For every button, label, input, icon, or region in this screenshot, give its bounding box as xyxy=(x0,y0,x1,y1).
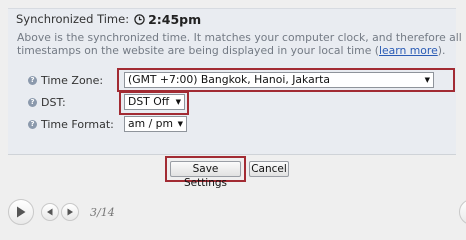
slide-counter: 3/14 xyxy=(90,206,115,219)
synchronized-time-row: Synchronized Time: 2:45pm xyxy=(16,11,201,27)
dropdown-arrow-icon: ▼ xyxy=(175,98,181,106)
timezone-label: ? Time Zone: xyxy=(28,73,103,87)
help-icon[interactable]: ? xyxy=(28,119,37,129)
timezone-select[interactable]: (GMT +7:00) Bangkok, Hanoi, Jakarta ▼ xyxy=(124,72,434,88)
time-format-select[interactable]: am / pm ▼ xyxy=(124,116,187,132)
dst-select-value: DST Off xyxy=(128,95,170,108)
previous-icon xyxy=(47,208,53,216)
sync-note-line2-end: ). xyxy=(437,43,446,57)
clock-icon xyxy=(134,13,145,25)
dst-select[interactable]: DST Off ▼ xyxy=(124,94,185,110)
panel-divider xyxy=(8,154,456,155)
sync-note: Above is the synchronized time. It match… xyxy=(17,31,462,58)
synchronized-time-label: Synchronized Time: xyxy=(16,12,130,26)
save-settings-button[interactable]: Save Settings xyxy=(170,161,241,189)
sync-note-line2-text: timestamps on the website are being disp… xyxy=(17,43,379,57)
next-icon xyxy=(67,208,73,216)
synchronized-time-value: 2:45pm xyxy=(148,11,202,27)
time-format-label: ? Time Format: xyxy=(28,117,114,131)
time-format-label-text: Time Format: xyxy=(41,117,114,131)
dropdown-arrow-icon: ▼ xyxy=(177,120,183,128)
play-button[interactable] xyxy=(8,199,34,225)
sync-note-line2: timestamps on the website are being disp… xyxy=(17,43,449,58)
play-icon xyxy=(17,206,26,218)
help-icon[interactable]: ? xyxy=(28,75,37,85)
timezone-select-value: (GMT +7:00) Bangkok, Hanoi, Jakarta xyxy=(128,73,330,86)
next-button[interactable] xyxy=(61,203,79,221)
learn-more-link[interactable]: learn more xyxy=(379,44,438,57)
dst-label-text: DST: xyxy=(41,95,66,109)
time-format-select-value: am / pm xyxy=(128,117,174,130)
fullscreen-button[interactable] xyxy=(459,199,466,225)
dst-label: ? DST: xyxy=(28,95,66,109)
timezone-label-text: Time Zone: xyxy=(41,73,104,87)
previous-button[interactable] xyxy=(41,203,59,221)
dropdown-arrow-icon: ▼ xyxy=(424,76,430,84)
cancel-button[interactable]: Cancel xyxy=(249,161,289,177)
help-icon[interactable]: ? xyxy=(28,97,37,107)
